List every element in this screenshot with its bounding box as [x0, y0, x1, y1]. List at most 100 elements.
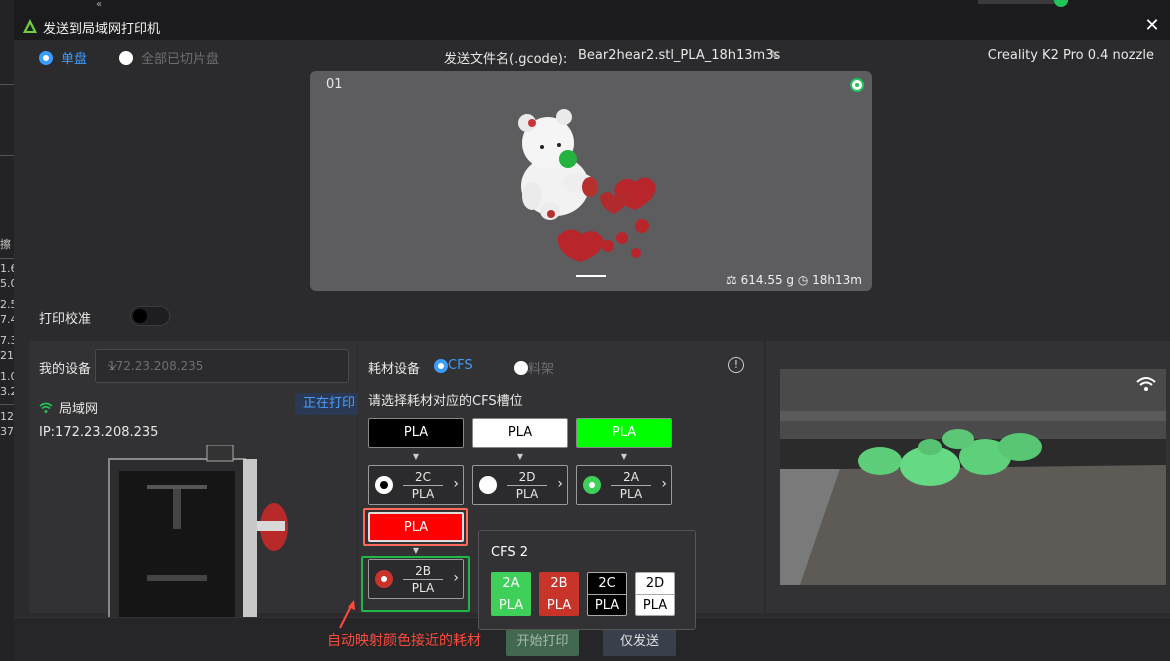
info-icon[interactable]: !	[728, 357, 744, 373]
device-ip: IP:172.23.208.235	[39, 425, 159, 440]
slot-color-icon	[479, 476, 497, 494]
material-device-label: 耗材设备	[368, 362, 421, 377]
start-print-button[interactable]: 开始打印	[506, 628, 579, 656]
chip-id: 2A	[502, 576, 520, 591]
slot-selector-1[interactable]: 2C PLA ›	[368, 465, 464, 505]
wifi-icon	[1136, 377, 1156, 391]
device-select[interactable]: 172.23.208.235 ⌵	[95, 349, 349, 383]
slot-color-icon	[583, 476, 601, 494]
status-badge: 正在打印	[295, 393, 363, 415]
camera-panel	[766, 341, 1170, 613]
background-text: 21	[0, 349, 14, 362]
cfs-slot-prompt: 请选择耗材对应的CFS槽位	[368, 394, 523, 409]
send-only-button[interactable]: 仅发送	[603, 628, 676, 656]
slot-selector-2[interactable]: 2D PLA ›	[472, 465, 568, 505]
network-row: 局域网	[39, 398, 98, 417]
dialog-titlebar: 发送到局域网打印机 ✕	[14, 12, 1170, 40]
chevron-right-icon: ›	[661, 476, 667, 492]
edit-icon[interactable]: ✎	[769, 48, 779, 62]
chip-material: PLA	[546, 598, 572, 613]
slot-id: 2D	[518, 470, 536, 484]
model-thumbnail	[518, 109, 656, 262]
print-stats: ⚖ 614.55 g ◷ 18h13m	[726, 273, 862, 287]
clock-icon: ◷	[797, 273, 809, 287]
slot-material: PLA	[411, 487, 435, 501]
filament-3: PLA	[576, 418, 672, 448]
radio-unselected-icon	[119, 50, 133, 65]
background-text: 擦	[0, 238, 11, 251]
creality-logo-icon	[23, 19, 37, 33]
background-text: 12	[0, 410, 14, 423]
chevron-down-icon: ⌵	[108, 358, 118, 372]
close-icon: ✕	[1144, 15, 1160, 36]
send-to-lan-printer-dialog: 发送到局域网打印机 ✕ 单盘 全部已切片盘 发送文件名(.gcode): Bea…	[14, 12, 1170, 661]
dialog-title: 发送到局域网打印机	[43, 22, 161, 37]
background-text: 5.0	[0, 277, 14, 290]
double-chevron-icon: «	[96, 0, 103, 10]
radio-cfs[interactable]: CFS	[434, 358, 473, 373]
chip-id: 2C	[588, 573, 626, 595]
arrow-down-icon: ▼	[412, 546, 420, 555]
cfs-chip-2c[interactable]: 2C PLA	[587, 572, 627, 616]
chip-material: PLA	[642, 598, 668, 613]
slot-id: 2A	[623, 470, 639, 484]
camera-feed	[780, 369, 1166, 585]
calibration-label: 打印校准	[39, 312, 92, 327]
radio-all-plates[interactable]: 全部已切片盘	[119, 48, 219, 67]
cfs-chip-2a[interactable]: 2A PLA	[491, 572, 531, 616]
filename-label: 发送文件名(.gcode):	[444, 52, 568, 67]
arrow-down-icon: ▼	[620, 452, 628, 461]
radio-rack[interactable]: 料架	[514, 358, 554, 377]
slot-material: PLA	[619, 487, 643, 501]
background-sidebar: 擦 1.6 5.0 2.5 7.4 7.3 21 1.0 3.2 12 37	[0, 0, 14, 661]
printer-model: Creality K2 Pro 0.4 nozzle	[987, 48, 1154, 63]
cfs-slot-popup: CFS 2 2A PLA 2B PLA 2C PLA 2D PLA	[478, 530, 696, 630]
chip-material: PLA	[594, 598, 620, 613]
filename-value: Bear2hear2.stl_PLA_18h13m3s	[578, 48, 781, 63]
radio-single-plate[interactable]: 单盘	[39, 48, 87, 67]
slot-material: PLA	[515, 487, 539, 501]
background-text: 7.3	[0, 334, 14, 347]
background-text: 1.6	[0, 262, 14, 275]
toggle-knob	[133, 309, 147, 323]
arrow-down-icon: ▼	[412, 452, 420, 461]
wifi-icon	[39, 402, 53, 413]
background-text: 1.0	[0, 370, 14, 383]
radio-rack-label: 料架	[528, 362, 555, 377]
cfs-chip-2b[interactable]: 2B PLA	[539, 572, 579, 616]
radio-single-label: 单盘	[61, 52, 88, 67]
cfs-chip-2d[interactable]: 2D PLA	[635, 572, 675, 616]
cfs-popup-title: CFS 2	[491, 545, 528, 560]
filament-2: PLA	[472, 418, 568, 448]
chip-id: 2D	[636, 573, 674, 595]
background-text: 7.4	[0, 313, 14, 326]
chevron-right-icon: ›	[453, 476, 459, 492]
calibration-toggle[interactable]	[130, 306, 170, 326]
arrow-down-icon: ▼	[516, 452, 524, 461]
radio-selected-icon	[434, 358, 448, 373]
mode-row: 单盘 全部已切片盘 发送文件名(.gcode): Bear2hear2.stl_…	[14, 40, 1170, 70]
slot-color-icon	[375, 476, 393, 494]
radio-selected-icon	[39, 50, 53, 65]
slot-selector-3[interactable]: 2A PLA ›	[576, 465, 672, 505]
filament-weight: 614.55 g	[740, 273, 795, 287]
annotation-arrow-icon	[339, 600, 355, 629]
network-label: 局域网	[59, 402, 99, 417]
plate-preview[interactable]: 01 ⚖ 614.55 g ◷ 18h13m	[310, 71, 872, 291]
close-button[interactable]: ✕	[1142, 16, 1162, 36]
radio-cfs-label: CFS	[448, 358, 473, 373]
radio-all-label: 全部已切片盘	[141, 52, 220, 67]
chevron-right-icon: ›	[557, 476, 563, 492]
filament-1: PLA	[368, 418, 464, 448]
device-label: 我的设备	[39, 362, 92, 377]
background-text: 37	[0, 425, 14, 438]
slot-id: 2C	[414, 470, 431, 484]
annotation-green-box	[361, 556, 470, 612]
device-panel: 我的设备 172.23.208.235 ⌵ 局域网 正在打印 IP:172.23…	[29, 341, 363, 623]
annotation-text: 自动映射颜色接近的耗材	[327, 633, 481, 649]
background-text: 3.2	[0, 385, 14, 398]
scale-icon: ⚖	[726, 273, 737, 287]
chip-id: 2B	[550, 576, 568, 591]
radio-unselected-icon	[514, 360, 528, 375]
chip-material: PLA	[498, 598, 524, 613]
